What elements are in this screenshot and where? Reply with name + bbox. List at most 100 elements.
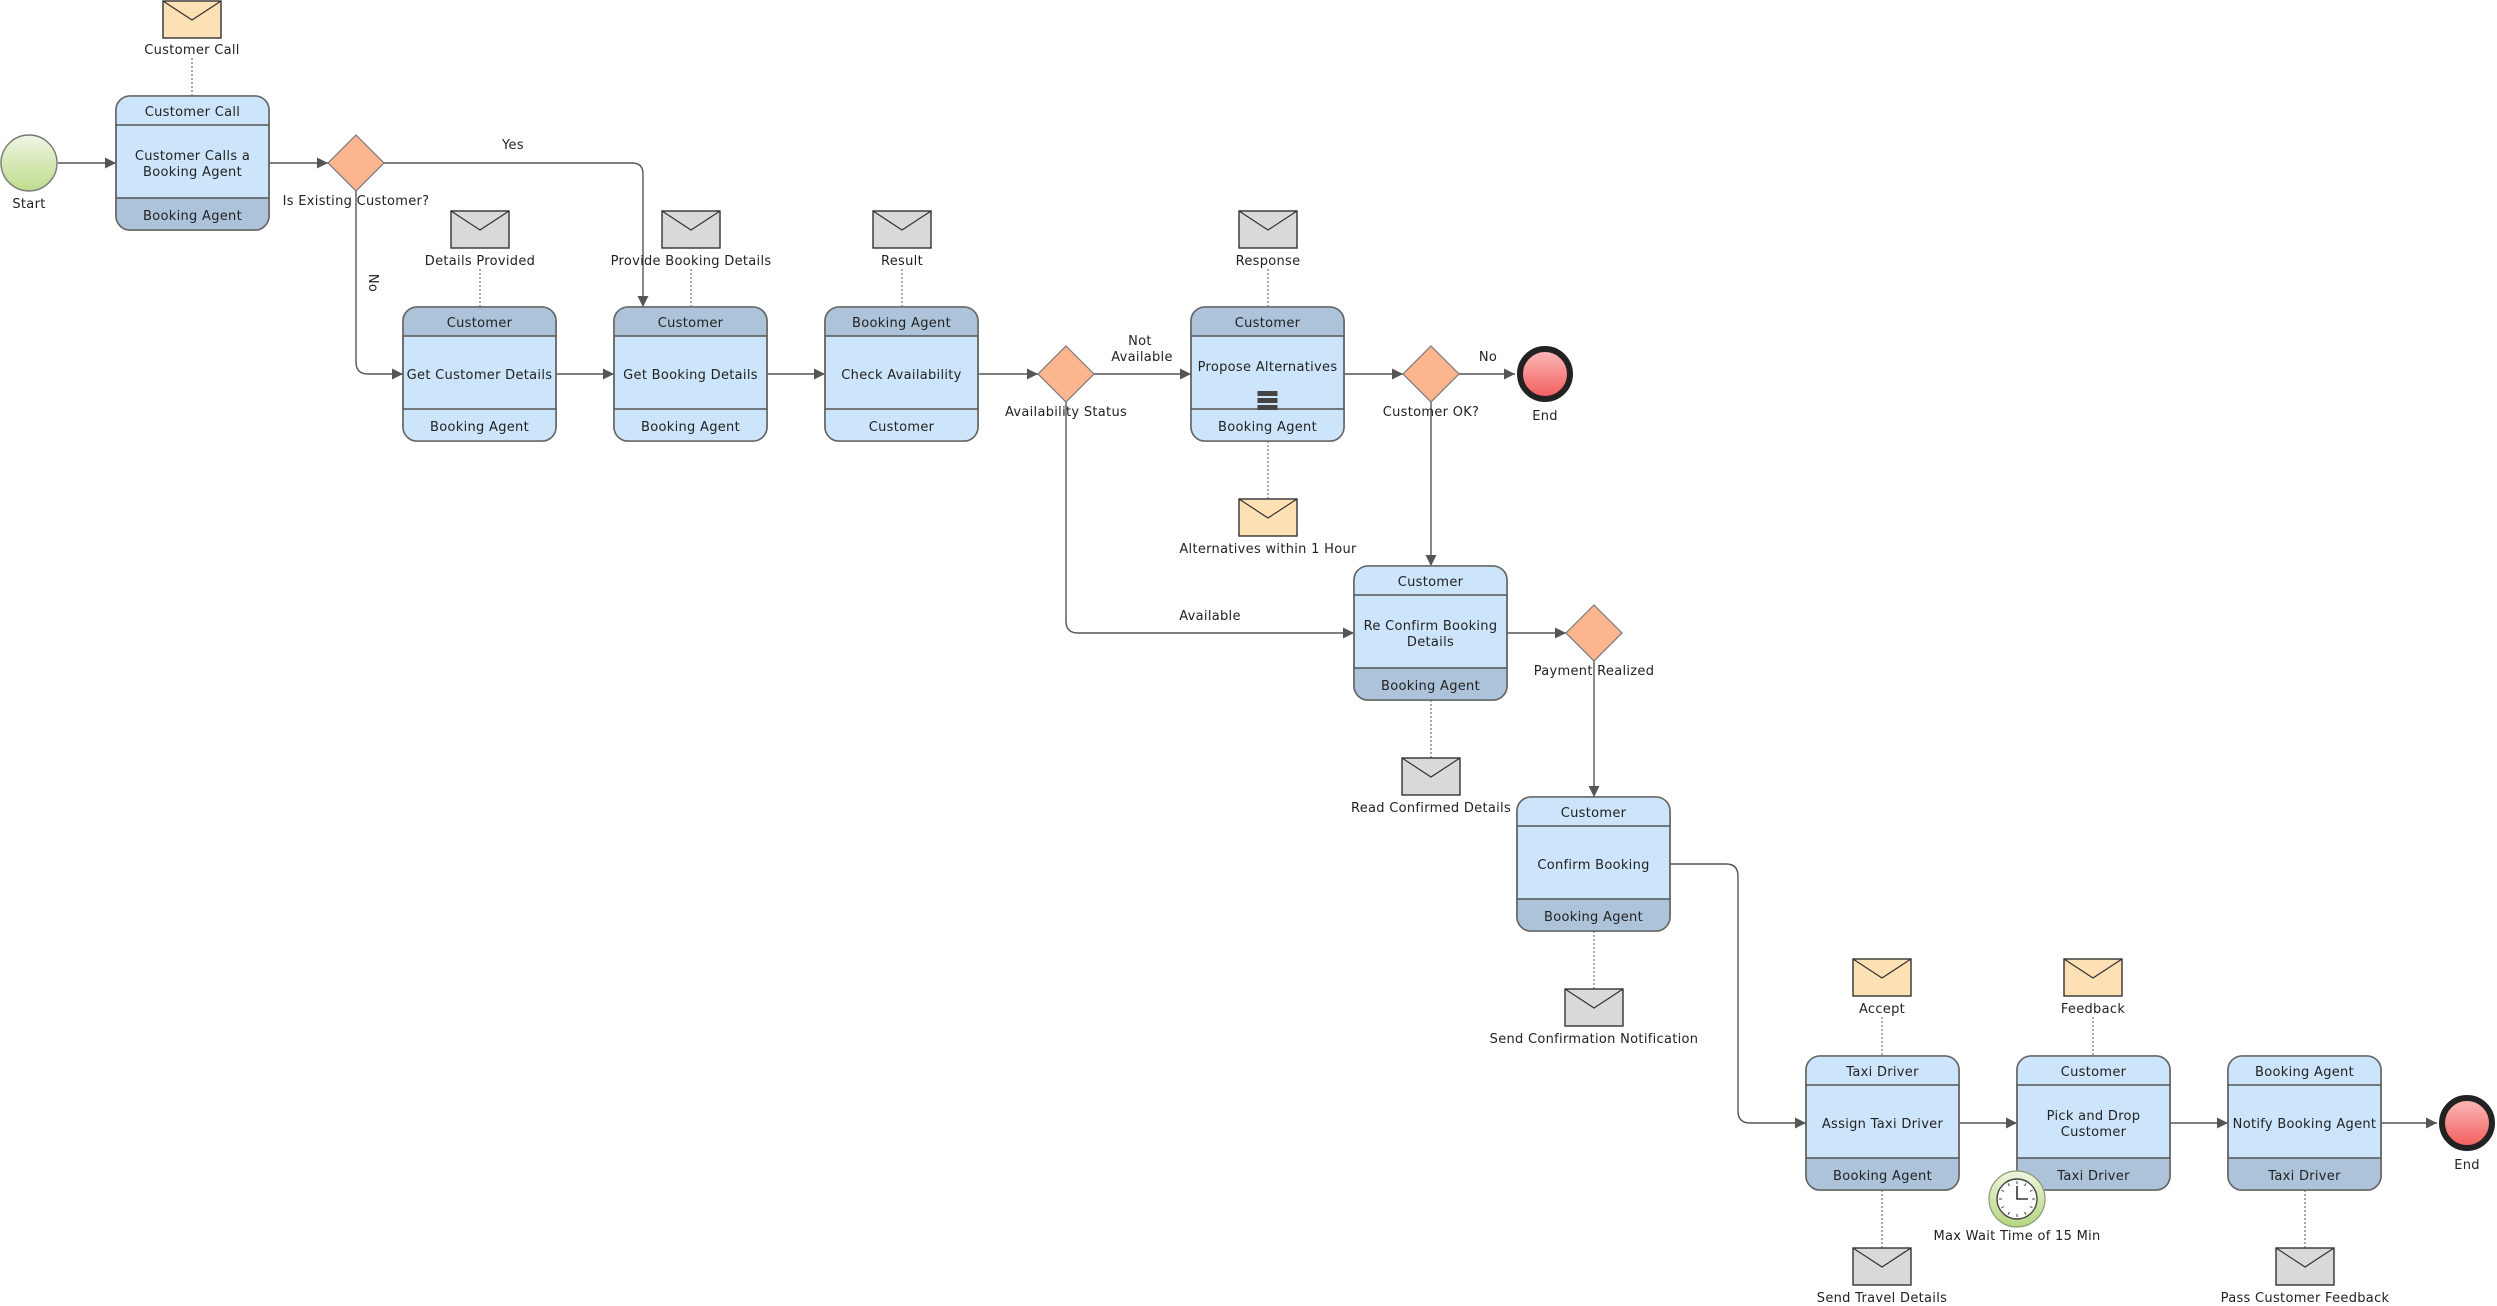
task-top-participant: Customer bbox=[658, 316, 724, 331]
task-pick-and-drop-customer[interactable]: CustomerTaxi DriverPick and DropCustomer bbox=[2016, 1055, 2171, 1191]
envelope-icon bbox=[661, 210, 721, 249]
task-bottom-participant: Booking Agent bbox=[430, 420, 529, 435]
task-name-line: Details bbox=[1407, 635, 1454, 650]
message-label: Details Provided bbox=[425, 254, 535, 269]
bpmn-diagram-canvas: StartEndEndCustomer CallBooking AgentCus… bbox=[0, 0, 2495, 1306]
end-event[interactable]: End bbox=[2439, 1095, 2495, 1173]
task-name: Assign Taxi Driver bbox=[1822, 1117, 1944, 1132]
task-name-line: Customer bbox=[2061, 1125, 2127, 1140]
message-accept[interactable]: Accept bbox=[1852, 958, 1912, 1017]
envelope-icon bbox=[1564, 988, 1624, 1027]
task-top-participant: Customer bbox=[1561, 806, 1627, 821]
envelope-open-icon bbox=[162, 0, 222, 39]
message-label: Response bbox=[1236, 254, 1301, 269]
end-event-circle[interactable] bbox=[1517, 346, 1573, 402]
task-top-participant: Taxi Driver bbox=[1845, 1065, 1919, 1080]
end-event-label: End bbox=[2454, 1158, 2480, 1173]
message-provide-booking-details[interactable]: Provide Booking Details bbox=[611, 210, 772, 269]
gateway-label: Is Existing Customer? bbox=[283, 194, 430, 209]
message-label: Send Confirmation Notification bbox=[1490, 1032, 1699, 1047]
message-label: Alternatives within 1 Hour bbox=[1179, 542, 1357, 557]
task-name: Check Availability bbox=[841, 368, 961, 383]
message-send-travel-details[interactable]: Send Travel Details bbox=[1817, 1247, 1947, 1306]
message-customer-call[interactable]: Customer Call bbox=[144, 0, 239, 58]
task-get-customer-details[interactable]: Customer Booking Agent Get Customer Detail… bbox=[402, 306, 557, 442]
flow-g1-yes-to-t3 bbox=[384, 162, 649, 307]
gateway-diamond[interactable] bbox=[1565, 604, 1623, 662]
task-propose-alternatives[interactable]: Customer Booking Agent Propose Alternative… bbox=[1190, 306, 1345, 442]
gateway-availability-status[interactable]: Availability Status bbox=[1005, 345, 1127, 420]
task-notify-booking-agent[interactable]: Booking Agent Taxi Driver Notify Booking A… bbox=[2227, 1055, 2382, 1191]
task-bottom-participant: Booking Agent bbox=[143, 209, 242, 224]
task-top-participant: Booking Agent bbox=[2255, 1065, 2354, 1080]
gateway-diamond[interactable] bbox=[1037, 345, 1095, 403]
gateway-diamond[interactable] bbox=[327, 134, 385, 192]
task-check-availability[interactable]: Booking Agent Customer Check Availability bbox=[824, 306, 979, 442]
flow-label-not-available-line1: Not bbox=[1128, 334, 1152, 349]
envelope-icon bbox=[1401, 757, 1461, 796]
gateway-is-existing-customer[interactable]: Is Existing Customer? bbox=[283, 134, 430, 209]
task-customer-calls-a-booking-agent[interactable]: Customer CallBooking AgentCustomer Calls… bbox=[115, 95, 270, 231]
task-top-participant: Customer bbox=[2061, 1065, 2127, 1080]
multi-instance-marker-icon bbox=[1257, 391, 1278, 410]
message-result[interactable]: Result bbox=[872, 210, 932, 269]
task-name-line: Booking Agent bbox=[143, 165, 242, 180]
message-alternatives-within-1-hour[interactable]: Alternatives within 1 Hour bbox=[1179, 498, 1357, 557]
task-assign-taxi-driver[interactable]: Taxi Driver Booking Agent Assign Taxi Driv… bbox=[1805, 1055, 1960, 1191]
multi-instance-bar bbox=[1257, 391, 1278, 396]
task-bottom-participant: Booking Agent bbox=[1544, 910, 1643, 925]
message-label: Send Travel Details bbox=[1817, 1291, 1947, 1306]
task-bottom-participant: Booking Agent bbox=[1218, 420, 1317, 435]
message-label: Result bbox=[881, 254, 923, 269]
message-details-provided[interactable]: Details Provided bbox=[425, 210, 535, 269]
envelope-icon bbox=[450, 210, 510, 249]
flow-label-no-existing: No bbox=[365, 274, 380, 292]
message-read-confirmed-details[interactable]: Read Confirmed Details bbox=[1351, 757, 1511, 816]
task-get-booking-details[interactable]: Customer Booking Agent Get Booking Details bbox=[613, 306, 768, 442]
gateway-diamond[interactable] bbox=[1402, 345, 1460, 403]
task-name-line: Re Confirm Booking bbox=[1364, 619, 1498, 634]
end-event[interactable]: End bbox=[1517, 346, 1573, 424]
diagram-nodes: StartEndEndCustomer CallBooking AgentCus… bbox=[0, 0, 2495, 1306]
start-event-circle[interactable] bbox=[0, 134, 58, 192]
timer-label: Max Wait Time of 15 Min bbox=[1933, 1229, 2100, 1244]
task-top-participant: Customer bbox=[1235, 316, 1301, 331]
gateway-label: Availability Status bbox=[1005, 405, 1127, 420]
task-name: Notify Booking Agent bbox=[2233, 1117, 2377, 1132]
task-top-participant: Customer bbox=[447, 316, 513, 331]
gateway-label: Customer OK? bbox=[1383, 405, 1480, 420]
task-name: Confirm Booking bbox=[1537, 858, 1649, 873]
message-pass-customer-feedback[interactable]: Pass Customer Feedback bbox=[2221, 1247, 2390, 1306]
flow-label-not-available-line2: Available bbox=[1111, 350, 1173, 365]
gateway-customer-ok[interactable]: Customer OK? bbox=[1383, 345, 1480, 420]
task-confirm-booking[interactable]: Customer Booking Agent Confirm Booking bbox=[1516, 796, 1671, 932]
task-bottom-participant: Taxi Driver bbox=[2056, 1169, 2130, 1184]
envelope-icon bbox=[1852, 1247, 1912, 1286]
envelope-open-icon bbox=[2063, 958, 2123, 997]
task-top-participant: Customer Call bbox=[145, 105, 240, 120]
task-bottom-participant: Booking Agent bbox=[1381, 679, 1480, 694]
start-event-label: Start bbox=[12, 197, 45, 212]
multi-instance-bar bbox=[1257, 398, 1278, 403]
multi-instance-bar bbox=[1257, 405, 1278, 410]
envelope-icon bbox=[1238, 210, 1298, 249]
message-label: Accept bbox=[1859, 1002, 1905, 1017]
message-label: Read Confirmed Details bbox=[1351, 801, 1511, 816]
task-name: Propose Alternatives bbox=[1198, 360, 1338, 375]
envelope-open-icon bbox=[1238, 498, 1298, 537]
task-bottom-participant: Booking Agent bbox=[1833, 1169, 1932, 1184]
message-response[interactable]: Response bbox=[1236, 210, 1301, 269]
gateway-label: Payment Realized bbox=[1534, 664, 1655, 679]
task-name: Get Customer Details bbox=[407, 368, 553, 383]
gateway-payment-realized[interactable]: Payment Realized bbox=[1534, 604, 1655, 679]
end-event-circle[interactable] bbox=[2439, 1095, 2495, 1151]
task-name-line: Pick and Drop bbox=[2047, 1109, 2141, 1124]
task-top-participant: Booking Agent bbox=[852, 316, 951, 331]
task-re-confirm-booking-details[interactable]: Customer Booking Agent Re Confirm BookingD… bbox=[1353, 565, 1508, 701]
flow-label-yes: Yes bbox=[501, 138, 524, 153]
clock-icon bbox=[1988, 1170, 2046, 1228]
message-feedback[interactable]: Feedback bbox=[2061, 958, 2125, 1017]
task-name-line: Customer Calls a bbox=[135, 149, 250, 164]
message-send-confirmation-notification[interactable]: Send Confirmation Notification bbox=[1490, 988, 1699, 1047]
start-event[interactable]: Start bbox=[0, 134, 58, 212]
